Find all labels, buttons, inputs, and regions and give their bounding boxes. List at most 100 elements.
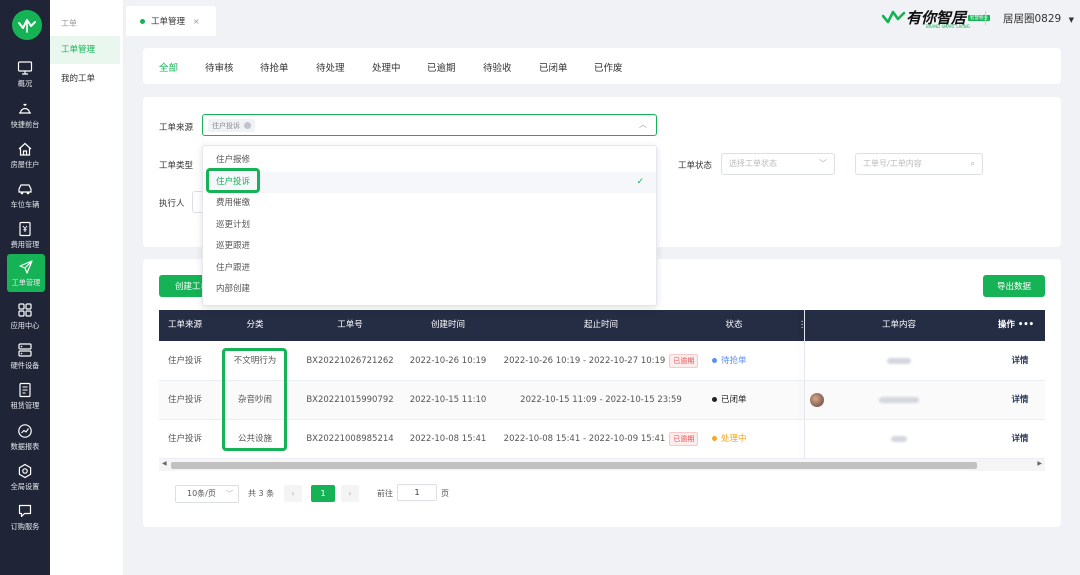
search-input[interactable]: 工单号/工单内容 ⌕ bbox=[855, 153, 983, 175]
total-count: 共 3 条 bbox=[248, 489, 275, 498]
nav-item-label: 工单管理 bbox=[11, 277, 41, 287]
nav-item-reports[interactable]: 数据报表 bbox=[0, 418, 50, 456]
nav-item-label: 订购服务 bbox=[10, 521, 40, 531]
chevron-up-icon: ︿ bbox=[639, 120, 647, 129]
detail-link[interactable]: 详情 bbox=[1005, 342, 1035, 381]
option-internal-create[interactable]: 内部创建 bbox=[203, 279, 656, 301]
nav-item-settings[interactable]: 全局设置 bbox=[0, 458, 50, 496]
range-text: 2022-10-26 10:19 - 2022-10-27 10:19 bbox=[503, 356, 666, 366]
cell-range: 2022-10-08 15:41 - 2022-10-09 15:41 已逾期 bbox=[497, 420, 705, 459]
option-patrol-plan[interactable]: 巡更计划 bbox=[203, 215, 656, 237]
chevron-down-icon: ﹀ bbox=[226, 490, 233, 498]
send-icon bbox=[19, 259, 33, 274]
gear-icon bbox=[18, 463, 32, 478]
cell-content bbox=[879, 420, 919, 459]
col-number: 工单号 bbox=[337, 320, 363, 330]
nav-item-overview[interactable]: 概况 bbox=[0, 55, 50, 93]
status-text: 待抢单 bbox=[721, 356, 747, 366]
column-resize-handle[interactable]: ⋮ bbox=[797, 310, 807, 341]
highlight-box-option bbox=[206, 168, 260, 193]
selected-tag: 住户投诉 bbox=[208, 119, 255, 132]
cell-number: BX20221008985214 bbox=[306, 434, 394, 444]
export-button[interactable]: 导出数据 bbox=[983, 275, 1045, 297]
tab-pending-grab[interactable]: 待抢单 bbox=[260, 60, 289, 74]
tab-in-progress[interactable]: 处理中 bbox=[372, 60, 401, 74]
check-icon: ✓ bbox=[636, 176, 644, 187]
option-resident-complaint[interactable]: 住户投诉 ✓ bbox=[203, 171, 656, 193]
nav-item-leasing[interactable]: 租赁管理 bbox=[0, 377, 50, 415]
col-actions[interactable]: 操作 ••• bbox=[993, 310, 1039, 341]
cell-range: 2022-10-26 10:19 - 2022-10-27 10:19 已逾期 bbox=[497, 342, 705, 381]
close-icon[interactable]: × bbox=[193, 17, 200, 26]
user-menu[interactable]: 居居圈0829 ▼ bbox=[1003, 11, 1074, 26]
grid-icon bbox=[18, 302, 32, 317]
sub-nav-item-my-workorders[interactable]: 我的工单 bbox=[50, 65, 120, 93]
source-select[interactable]: 住户投诉 ︿ bbox=[202, 114, 657, 136]
nav-item-label: 硬件设备 bbox=[10, 360, 40, 370]
prev-page-button[interactable]: ‹ bbox=[284, 485, 302, 502]
goto-page-input[interactable]: 1 bbox=[397, 484, 437, 501]
horizontal-scrollbar[interactable]: ◀ ▶ bbox=[159, 459, 1045, 471]
status-text: 处理中 bbox=[721, 434, 747, 444]
option-resident-repair[interactable]: 住户报修 bbox=[203, 150, 656, 172]
option-resident-followup[interactable]: 住户跟进 bbox=[203, 258, 656, 280]
nav-item-label: 费用管理 bbox=[10, 239, 40, 249]
blurred-content bbox=[879, 396, 919, 403]
sub-nav-title: 工单 bbox=[61, 19, 77, 28]
table-header: 工单来源 分类 工单号 创建时间 起止时间 状态 ⋮ 工单内容 操作 ••• bbox=[159, 310, 1045, 341]
tab-closed[interactable]: 已闭单 bbox=[539, 60, 568, 74]
type-label: 工单类型 bbox=[159, 161, 194, 171]
tab-pending-accept[interactable]: 待验收 bbox=[483, 60, 512, 74]
nav-item-front-desk[interactable]: 快捷前台 bbox=[0, 96, 50, 134]
nav-item-label: 车位车辆 bbox=[10, 199, 40, 209]
col-range: 起止时间 bbox=[583, 320, 618, 330]
status-select[interactable]: 选择工单状态 ﹀ bbox=[721, 153, 835, 175]
main-nav: 概况 快捷前台 房屋住户 车位车辆 费用管理 工单管理 应用中心 硬件设备 租赁… bbox=[0, 0, 50, 575]
sub-nav: 工单 工单管理 我的工单 bbox=[50, 0, 124, 575]
table-row: 住户投诉 杂音吵闹 BX20221015990792 2022-10-15 11… bbox=[159, 381, 1045, 420]
tab-pending-review[interactable]: 待审核 bbox=[205, 60, 234, 74]
nav-item-houses[interactable]: 房屋住户 bbox=[0, 136, 50, 174]
chevron-down-icon: ﹀ bbox=[819, 159, 827, 168]
monitor-icon bbox=[17, 60, 33, 75]
tab-overdue[interactable]: 已逾期 bbox=[427, 60, 456, 74]
overdue-badge: 已逾期 bbox=[669, 353, 699, 368]
next-page-button[interactable]: › bbox=[341, 485, 359, 502]
status-label: 工单状态 bbox=[678, 161, 713, 171]
sub-nav-item-workorder-manage[interactable]: 工单管理 bbox=[50, 36, 120, 64]
search-placeholder: 工单号/工单内容 bbox=[863, 159, 922, 168]
status-placeholder: 选择工单状态 bbox=[729, 159, 777, 168]
tag-close-icon[interactable] bbox=[244, 122, 251, 129]
executor-label: 执行人 bbox=[159, 199, 185, 209]
search-icon: ⌕ bbox=[970, 159, 975, 168]
nav-item-apps[interactable]: 应用中心 bbox=[0, 297, 50, 335]
nav-item-parking[interactable]: 车位车辆 bbox=[0, 176, 50, 214]
status-dot bbox=[712, 358, 717, 363]
app-logo[interactable] bbox=[12, 10, 42, 40]
tab-voided[interactable]: 已作废 bbox=[594, 60, 623, 74]
cell-content bbox=[879, 342, 919, 381]
tab-pending-handle[interactable]: 待处理 bbox=[316, 60, 345, 74]
page-size-select[interactable]: 10条/页 ﹀ bbox=[175, 485, 239, 503]
option-patrol-followup[interactable]: 巡更跟进 bbox=[203, 236, 656, 258]
col-content: 工单内容 bbox=[881, 320, 916, 330]
tab-all[interactable]: 全部 bbox=[159, 60, 178, 74]
nav-item-subscription[interactable]: 订购服务 bbox=[0, 498, 50, 536]
page-button-current[interactable]: 1 bbox=[311, 485, 335, 502]
tab-workorder-manage[interactable]: 工单管理 × bbox=[126, 6, 216, 36]
col-created: 创建时间 bbox=[430, 320, 465, 330]
cell-content bbox=[879, 381, 919, 420]
scroll-left-icon[interactable]: ◀ bbox=[162, 460, 167, 467]
scroll-thumb[interactable] bbox=[171, 462, 977, 469]
col-source: 工单来源 bbox=[167, 320, 202, 330]
cell-source: 住户投诉 bbox=[167, 434, 202, 444]
nav-item-workorders[interactable]: 工单管理 bbox=[7, 254, 45, 292]
nav-item-fees[interactable]: 费用管理 bbox=[0, 216, 50, 254]
cell-created: 2022-10-26 10:19 bbox=[409, 356, 487, 366]
scroll-right-icon[interactable]: ▶ bbox=[1037, 460, 1042, 467]
option-fee-reminder[interactable]: 费用催缴 bbox=[203, 193, 656, 215]
nav-item-hardware[interactable]: 硬件设备 bbox=[0, 337, 50, 375]
detail-link[interactable]: 详情 bbox=[1005, 381, 1035, 420]
detail-link[interactable]: 详情 bbox=[1005, 420, 1035, 459]
user-name: 居居圈0829 bbox=[1003, 13, 1062, 25]
